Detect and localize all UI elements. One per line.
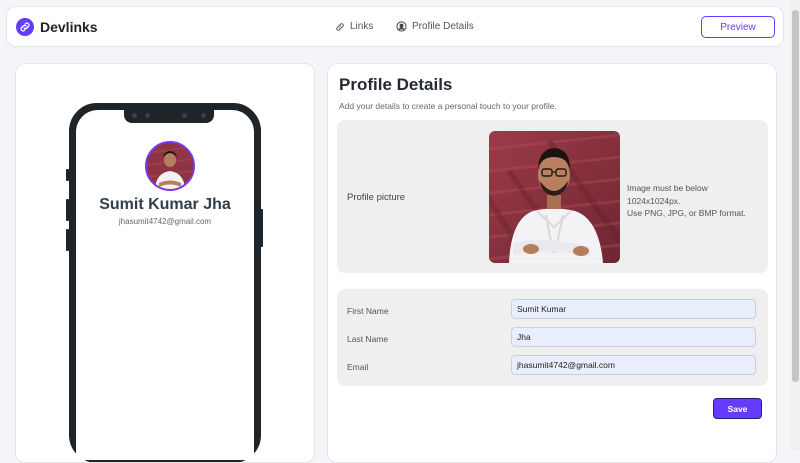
last-name-field[interactable] (511, 327, 756, 347)
top-navbar: Devlinks Links Profile Details Preview (6, 6, 784, 47)
email-field[interactable] (511, 355, 756, 375)
link-logo-icon (16, 18, 34, 36)
tab-profile-details-label: Profile Details (412, 21, 474, 32)
page-title: Profile Details (339, 75, 453, 94)
first-name-label: First Name (347, 306, 389, 316)
brand[interactable]: Devlinks (16, 18, 98, 36)
profile-picture-label: Profile picture (347, 192, 406, 203)
user-circle-icon (396, 21, 407, 32)
email-label: Email (347, 362, 369, 372)
phone-screen: Sumit Kumar Jha jhasumit4742@gmail.com (76, 109, 254, 460)
profile-picture-upload[interactable] (489, 131, 620, 263)
profile-details-panel: Profile Details Add your details to crea… (327, 63, 777, 463)
preview-button[interactable]: Preview (701, 16, 775, 38)
profile-fields-card: First Name Last Name Email (337, 289, 768, 386)
phone-preview-panel: Sumit Kumar Jha jhasumit4742@gmail.com (15, 63, 315, 463)
last-name-label: Last Name (347, 334, 389, 344)
preview-name: Sumit Kumar Jha (99, 196, 231, 213)
profile-picture-requirements: Image must be below 1024x1024px. Use PNG… (627, 183, 746, 218)
preview-email: jhasumit4742@gmail.com (118, 217, 212, 226)
tab-links-label: Links (350, 21, 374, 32)
first-name-field[interactable] (511, 299, 756, 319)
page-subtitle: Add your details to create a personal to… (339, 101, 557, 111)
phone-frame: Sumit Kumar Jha jhasumit4742@gmail.com (69, 103, 261, 462)
link-icon (336, 22, 344, 31)
scrollbar-thumb[interactable] (792, 10, 799, 382)
profile-picture-card: Profile picture Image must be below 1024… (337, 120, 768, 273)
phone-notch (124, 109, 214, 123)
save-button[interactable]: Save (713, 398, 762, 419)
tab-links[interactable]: Links (335, 21, 373, 32)
preview-avatar (145, 141, 195, 191)
brand-name: Devlinks (40, 19, 98, 35)
tab-profile-details[interactable]: Profile Details (396, 21, 474, 32)
